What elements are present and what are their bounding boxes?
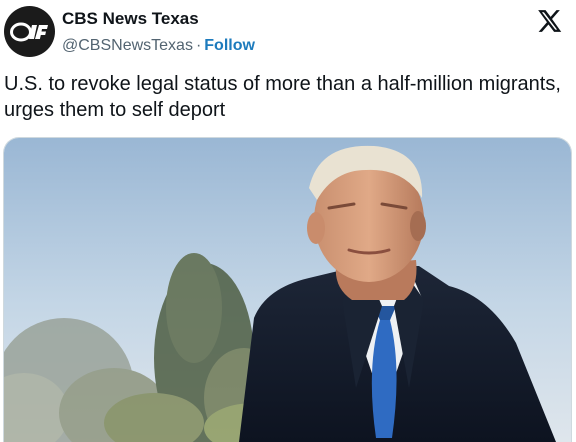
account-avatar[interactable] [4, 6, 55, 57]
follow-button[interactable]: Follow [204, 37, 255, 54]
display-name[interactable]: CBS News Texas [62, 9, 255, 29]
tv-network-logo-icon [9, 22, 48, 41]
handle-row: @CBSNewsTexas · Follow [62, 37, 255, 55]
photo-illustration [4, 138, 571, 442]
tweet-text: U.S. to revoke legal status of more than… [4, 73, 561, 121]
account-info: CBS News Texas @CBSNewsTexas · Follow [62, 9, 255, 55]
handle-separator: · [195, 37, 202, 54]
account-handle[interactable]: @CBSNewsTexas [62, 37, 193, 54]
x-logo-icon[interactable] [536, 8, 562, 34]
tweet-header: CBS News Texas @CBSNewsTexas · Follow [0, 0, 576, 64]
tweet-photo[interactable] [3, 137, 572, 442]
